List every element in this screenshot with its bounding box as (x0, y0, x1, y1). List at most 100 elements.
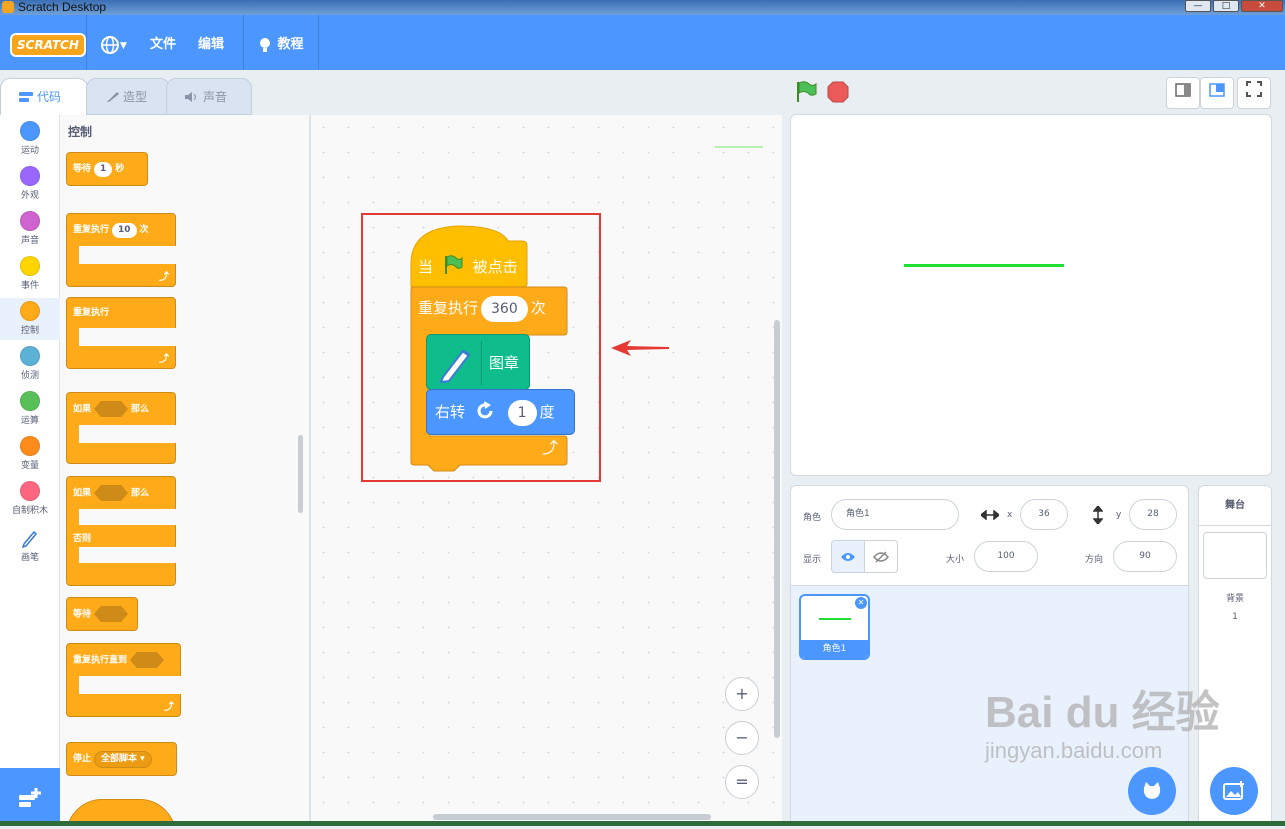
palette-scrollbar[interactable] (298, 435, 303, 513)
sprite-thumbnail[interactable]: ✕ 角色1 (799, 594, 870, 660)
minimap-line (715, 146, 763, 148)
block-text: 否则 (73, 534, 92, 544)
sprite-info-panel: 角色 角色1 x 36 y 28 显示 大小 100 方向 90 ✕ 角色1 (790, 485, 1189, 826)
code-icon (19, 92, 33, 102)
category-my-blocks[interactable]: 自制积木 (0, 481, 60, 516)
choose-sprite-button[interactable] (1128, 767, 1176, 815)
condition-slot (94, 485, 129, 501)
block-text: 重复执行 (73, 308, 110, 318)
block-text: 重复执行直到 (73, 655, 128, 666)
category-label: 变量 (20, 461, 39, 471)
hide-sprite-button[interactable] (864, 540, 898, 573)
if-else-block[interactable]: 如果 那么 否则 (66, 476, 177, 586)
category-label: 自制积木 (11, 506, 48, 516)
add-extension-button[interactable] (0, 768, 60, 826)
loop-arrow-icon: ⤴ (159, 354, 169, 365)
language-menu[interactable]: ▼ (100, 33, 127, 58)
category-dot (20, 211, 40, 231)
chevron-down-icon: ▾ (140, 754, 145, 764)
small-stage-button[interactable] (1166, 77, 1200, 109)
eye-icon (841, 552, 855, 561)
category-label: 运算 (20, 416, 39, 426)
small-stage-icon (1175, 83, 1191, 97)
wait-seconds-block[interactable]: 等待 1 秒 (66, 152, 148, 186)
sprite-info: 角色 角色1 x 36 y 28 显示 大小 100 方向 90 (791, 486, 1188, 586)
stage-thumbnail[interactable] (1203, 532, 1267, 579)
sprite-name-field[interactable]: 角色1 (831, 499, 959, 530)
category-label: 声音 (20, 236, 39, 246)
category-sensing[interactable]: 侦测 (0, 346, 60, 381)
tutorials-label: 教程 (277, 37, 304, 52)
maximize-button[interactable]: □ (1213, 0, 1239, 12)
y-label: y (1116, 510, 1122, 520)
stage-canvas[interactable] (790, 114, 1272, 476)
block-slot (79, 509, 177, 525)
category-variables[interactable]: 变量 (0, 436, 60, 471)
workspace-vertical-scrollbar[interactable] (774, 320, 780, 738)
edit-menu[interactable]: 编辑 (198, 33, 224, 57)
tab-costumes[interactable]: 造型 (86, 78, 170, 115)
category-dot (20, 301, 40, 321)
category-looks[interactable]: 外观 (0, 166, 60, 201)
tab-sounds-label: 声音 (203, 90, 228, 104)
y-position-field[interactable]: 28 (1129, 499, 1177, 530)
wait-until-block[interactable]: 等待 (66, 597, 138, 631)
category-sound[interactable]: 声音 (0, 211, 60, 246)
category-motion[interactable]: 运动 (0, 121, 60, 156)
repeat-block[interactable]: 重复执行 10 次 ⤴ (66, 213, 177, 287)
category-dot (20, 391, 40, 411)
file-menu[interactable]: 文件 (150, 33, 176, 57)
minimize-button[interactable]: — (1185, 0, 1211, 12)
repeat-until-block[interactable]: 重复执行直到 ⤴ (66, 643, 182, 717)
tab-sounds[interactable]: 声音 (166, 78, 252, 115)
loop-arrow-icon: ⤴ (164, 702, 174, 713)
watermark-logo-text: Bai du 经验 (985, 688, 1220, 737)
direction-field[interactable]: 90 (1113, 541, 1177, 572)
size-field[interactable]: 100 (974, 541, 1038, 572)
block-text: 次 (139, 225, 149, 235)
x-label: x (1007, 510, 1013, 520)
show-sprite-button[interactable] (831, 540, 865, 573)
category-events[interactable]: 事件 (0, 256, 60, 291)
zoom-in-button[interactable]: + (725, 677, 759, 711)
show-label: 显示 (803, 555, 822, 565)
fullscreen-button[interactable] (1237, 77, 1271, 109)
category-operators[interactable]: 运算 (0, 391, 60, 426)
block-text: 那么 (131, 404, 150, 415)
if-then-block[interactable]: 如果 那么 (66, 392, 177, 464)
category-control[interactable]: 控制 (0, 298, 60, 340)
block-input[interactable]: 1 (94, 162, 113, 177)
stop-dropdown[interactable]: 全部脚本 ▾ (94, 751, 152, 768)
delete-sprite-icon[interactable]: ✕ (855, 597, 867, 609)
block-input[interactable]: 10 (112, 223, 137, 238)
stop-sign-icon[interactable] (826, 80, 850, 104)
category-dot (20, 121, 40, 141)
forever-block[interactable]: 重复执行 ⤴ (66, 297, 177, 369)
cat-icon (1143, 782, 1161, 799)
normal-stage-button[interactable] (1200, 77, 1234, 109)
stop-block[interactable]: 停止 全部脚本 ▾ (66, 742, 177, 776)
category-pen[interactable]: 画笔 (0, 528, 60, 563)
eye-hidden-icon (873, 550, 889, 563)
window-titlebar: Scratch Desktop — □ ✕ (0, 0, 1285, 15)
menu-divider (243, 15, 244, 70)
condition-slot (94, 401, 129, 417)
tutorials-menu[interactable]: 教程 (257, 33, 304, 57)
tab-code[interactable]: 代码 (0, 78, 88, 115)
workspace-horizontal-scrollbar[interactable] (433, 814, 711, 820)
category-label: 画笔 (20, 553, 39, 563)
zoom-reset-button[interactable]: = (725, 765, 759, 799)
backdrops-count: 1 (1232, 612, 1238, 622)
choose-backdrop-button[interactable] (1210, 767, 1258, 815)
x-position-field[interactable]: 36 (1020, 499, 1068, 530)
size-label: 大小 (946, 555, 965, 565)
block-text: 如果 (73, 404, 92, 415)
palette-section-title: 控制 (68, 125, 93, 139)
category-label: 运动 (20, 146, 39, 156)
scratch-logo[interactable]: SCRATCH (10, 33, 86, 57)
close-button[interactable]: ✕ (1241, 0, 1283, 12)
stage-panel-title: 舞台 (1199, 486, 1271, 526)
zoom-out-button[interactable]: − (725, 721, 759, 755)
baidu-watermark: Bai du 经验 jingyan.baidu.com (985, 688, 1220, 764)
green-flag-icon[interactable] (794, 80, 818, 104)
